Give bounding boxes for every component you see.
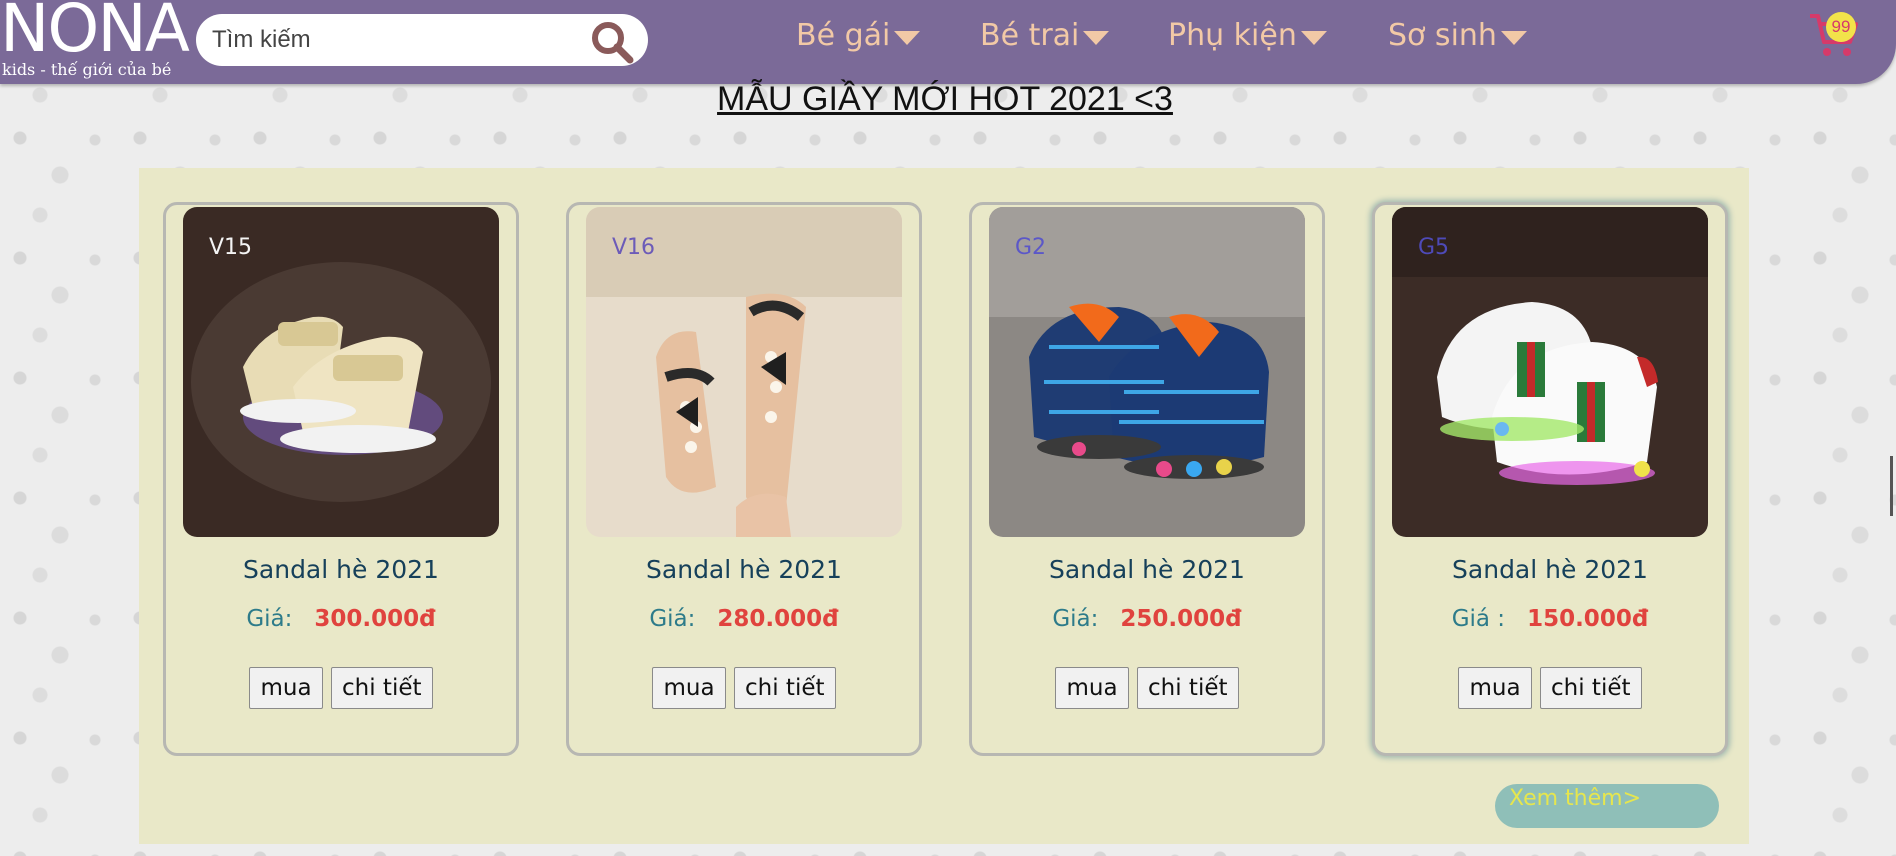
nav-label: Bé gái	[796, 18, 891, 53]
nav-be-trai[interactable]: Bé trai	[980, 18, 1110, 53]
product-code: V15	[209, 235, 253, 260]
detail-button[interactable]: chi tiết	[331, 667, 433, 709]
search-box	[196, 14, 648, 66]
product-image[interactable]: V15	[183, 207, 499, 537]
search-icon[interactable]	[588, 18, 636, 66]
section-title: MẪU GIẦY MỚI HOT 2021 <3	[717, 80, 1173, 118]
product-name: Sandal hè 2021	[646, 555, 842, 584]
chevron-down-icon	[1083, 30, 1110, 45]
buy-button[interactable]: mua	[249, 667, 323, 709]
price-label: Giá :	[1451, 606, 1506, 632]
product-card: G5 Sandal hè 2021 Giá : 150.000đ mua chi …	[1372, 202, 1728, 756]
scrollbar-thumb[interactable]	[1890, 456, 1893, 516]
nav-label: Bé trai	[980, 18, 1080, 53]
buy-button[interactable]: mua	[1458, 667, 1532, 709]
product-code: V16	[612, 235, 656, 260]
card-actions: mua chi tiết	[166, 667, 516, 709]
nav-be-gai[interactable]: Bé gái	[796, 18, 921, 53]
product-name: Sandal hè 2021	[1452, 555, 1648, 584]
product-code: G5	[1418, 235, 1450, 260]
product-image[interactable]: G5	[1392, 207, 1708, 537]
nav-label: Sơ sinh	[1388, 18, 1497, 53]
site-logo[interactable]: NONA kids - thế giới của bé	[0, 0, 190, 84]
product-image[interactable]: V16	[586, 207, 902, 537]
cart-count-badge: 99	[1826, 12, 1856, 42]
detail-button[interactable]: chi tiết	[734, 667, 836, 709]
price-value: 280.000đ	[717, 606, 839, 632]
price-value: 250.000đ	[1120, 606, 1242, 632]
card-actions: mua chi tiết	[972, 667, 1322, 709]
product-card: V15 Sandal hè 2021 Giá: 300.000đ mua chi …	[163, 202, 519, 756]
detail-button[interactable]: chi tiết	[1137, 667, 1239, 709]
see-more-button[interactable]: Xem thêm>	[1495, 784, 1719, 828]
nav-so-sinh[interactable]: Sơ sinh	[1388, 18, 1527, 53]
chevron-down-icon	[1500, 30, 1527, 45]
logo-text: NONA	[0, 0, 190, 67]
product-card: V16 Sandal hè 2021 Giá: 280.000đ mua chi …	[566, 202, 922, 756]
search-input[interactable]	[212, 22, 572, 58]
price-value: 300.000đ	[314, 606, 436, 632]
product-code: G2	[1015, 235, 1047, 260]
price-row: Giá : 150.000đ	[1375, 605, 1725, 632]
card-actions: mua chi tiết	[569, 667, 919, 709]
price-row: Giá: 300.000đ	[166, 605, 516, 632]
product-name: Sandal hè 2021	[243, 555, 439, 584]
price-label: Giá:	[246, 606, 293, 632]
nav-phu-kien[interactable]: Phụ kiện	[1168, 18, 1327, 53]
nav-label: Phụ kiện	[1168, 18, 1297, 53]
price-row: Giá: 250.000đ	[972, 605, 1322, 632]
card-actions: mua chi tiết	[1375, 667, 1725, 709]
chevron-down-icon	[1300, 30, 1327, 45]
product-name: Sandal hè 2021	[1049, 555, 1245, 584]
chevron-down-icon	[894, 30, 921, 45]
price-label: Giá:	[1052, 606, 1099, 632]
product-image[interactable]: G2	[989, 207, 1305, 537]
price-row: Giá: 280.000đ	[569, 605, 919, 632]
price-label: Giá:	[649, 606, 696, 632]
buy-button[interactable]: mua	[1055, 667, 1129, 709]
site-header: NONA kids - thế giới của bé Bé gái Bé tr…	[0, 0, 1896, 84]
product-panel: V15 Sandal hè 2021 Giá: 300.000đ mua chi …	[139, 168, 1749, 844]
logo-tagline: kids - thế giới của bé	[2, 60, 172, 79]
product-card: G2 Sandal hè 2021 Giá: 250.000đ mua chi t…	[969, 202, 1325, 756]
detail-button[interactable]: chi tiết	[1540, 667, 1642, 709]
buy-button[interactable]: mua	[652, 667, 726, 709]
price-value: 150.000đ	[1527, 606, 1649, 632]
